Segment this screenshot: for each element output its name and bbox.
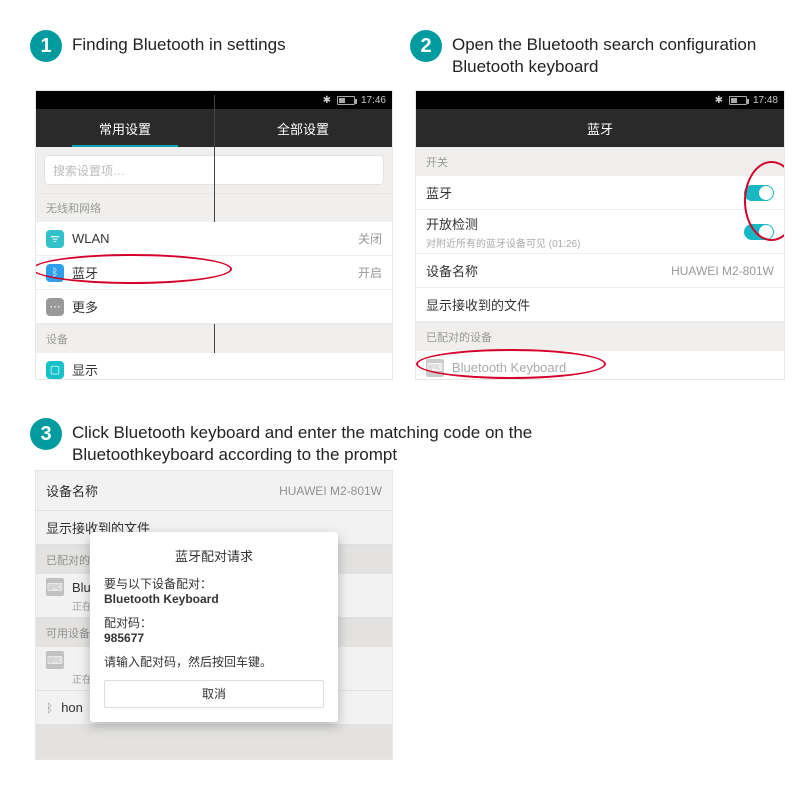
more-icon: ⋯: [46, 298, 64, 316]
row-label: 设备名称: [426, 261, 478, 280]
step-1-caption: Finding Bluetooth in settings: [72, 30, 286, 56]
row-device-name[interactable]: 设备名称 HUAWEI M2-801W: [416, 254, 784, 288]
dialog-line-device: 要与以下设备配对： Bluetooth Keyboard: [104, 575, 324, 606]
row-more[interactable]: ⋯ 更多: [36, 290, 392, 324]
step-1-header: 1 Finding Bluetooth in settings: [30, 30, 395, 62]
search-placeholder: 搜索设置项…: [53, 162, 125, 179]
section-paired: 已配对的设备: [416, 322, 784, 351]
status-bar: ✱ 17:48: [416, 91, 784, 109]
row-sub: 对附近所有的蓝牙设备可见 (01:26): [426, 235, 580, 250]
row-label: 更多: [72, 297, 98, 316]
row-bluetooth[interactable]: ᛒ 蓝牙 开启: [36, 256, 392, 290]
cancel-button[interactable]: 取消: [104, 680, 324, 708]
row-label: WLAN: [72, 231, 110, 246]
bluetooth-screenshot: ✱ 17:48 蓝牙 开关 蓝牙 开放检测 对附近所有的蓝牙设备可见 (01:2…: [415, 90, 785, 380]
step-number-badge: 1: [30, 30, 62, 62]
step-number-badge: 3: [30, 418, 62, 450]
step-3-header: 3 Click Bluetooth keyboard and enter the…: [30, 418, 590, 466]
pairing-dialog: 蓝牙配对请求 要与以下设备配对： Bluetooth Keyboard 配对码：…: [90, 532, 338, 722]
display-icon: ▢: [46, 361, 64, 379]
step-number-badge: 2: [410, 30, 442, 62]
wifi-icon: ᯤ: [46, 230, 64, 248]
clock: 17:48: [753, 95, 778, 106]
bluetooth-status-icon: ✱: [323, 95, 331, 106]
row-label: 开放检测: [426, 214, 478, 233]
battery-icon: [337, 96, 355, 105]
settings-screenshot: ✱ 17:46 常用设置 全部设置 搜索设置项… 无线和网络 ᯤ WLAN 关闭…: [35, 90, 393, 380]
dialog-title: 蓝牙配对请求: [104, 546, 324, 565]
row-display[interactable]: ▢ 显示: [36, 353, 392, 380]
row-label: 显示: [72, 360, 98, 379]
clock: 17:46: [361, 95, 386, 106]
row-wlan[interactable]: ᯤ WLAN 关闭: [36, 222, 392, 256]
step-2-caption: Open the Bluetooth search configuration …: [452, 30, 785, 78]
row-label: 蓝牙: [426, 183, 452, 202]
row-value: 开启: [358, 264, 382, 281]
dialog-line-code: 配对码： 985677: [104, 614, 324, 645]
row-discoverable[interactable]: 开放检测 对附近所有的蓝牙设备可见 (01:26): [416, 210, 784, 254]
paired-device-label: Bluetooth Keyboard: [452, 360, 566, 375]
code-label: 配对码：: [104, 614, 324, 631]
keyboard-icon: ⌨: [426, 359, 444, 377]
pairing-screenshot: 设备名称 HUAWEI M2-801W 显示接收到的文件 已配对的设备 ⌨ Bl…: [35, 470, 393, 760]
row-paired-device[interactable]: ⌨ Bluetooth Keyboard: [416, 351, 784, 380]
screen-title: 蓝牙: [416, 109, 784, 147]
section-switch: 开关: [416, 147, 784, 176]
settings-tabs: 常用设置 全部设置: [36, 109, 392, 147]
bluetooth-icon: ᛒ: [46, 264, 64, 282]
discoverable-toggle[interactable]: [744, 224, 774, 240]
step-3-caption: Click Bluetooth keyboard and enter the m…: [72, 418, 590, 466]
row-label: 显示接收到的文件: [426, 295, 530, 314]
tab-common-settings[interactable]: 常用设置: [36, 109, 214, 147]
title-bar: 蓝牙: [416, 109, 784, 147]
bluetooth-status-icon: ✱: [715, 95, 723, 106]
bluetooth-toggle[interactable]: [744, 185, 774, 201]
battery-icon: [729, 96, 747, 105]
pair-with-label: 要与以下设备配对：: [104, 575, 324, 592]
code-value: 985677: [104, 631, 324, 645]
row-bluetooth-toggle[interactable]: 蓝牙: [416, 176, 784, 210]
dialog-instruction: 请输入配对码，然后按回车键。: [104, 653, 324, 670]
device-name-value: HUAWEI M2-801W: [671, 264, 774, 278]
row-label: 蓝牙: [72, 263, 98, 282]
row-value: 关闭: [358, 230, 382, 247]
row-received-files[interactable]: 显示接收到的文件: [416, 288, 784, 322]
step-2-header: 2 Open the Bluetooth search configuratio…: [410, 30, 785, 78]
tab-all-settings[interactable]: 全部设置: [214, 109, 392, 147]
highlight-circle: [35, 254, 232, 284]
pair-with-value: Bluetooth Keyboard: [104, 592, 324, 606]
